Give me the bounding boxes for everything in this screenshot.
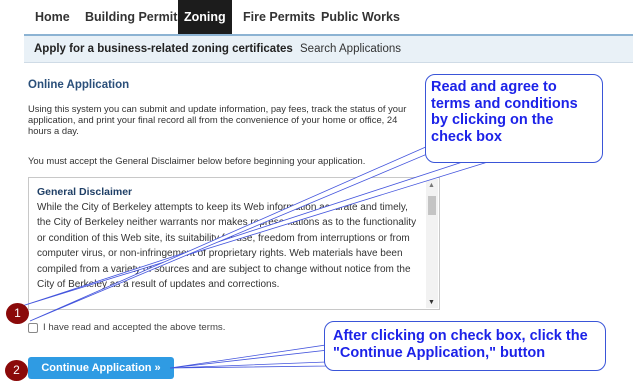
tab-public-works[interactable]: Public Works — [315, 0, 406, 34]
accept-terms-label[interactable]: I have read and accepted the above terms… — [43, 322, 225, 333]
continue-application-button[interactable]: Continue Application » — [28, 357, 174, 379]
intro-text: Using this system you can submit and upd… — [28, 103, 407, 136]
tab-fire-permits[interactable]: Fire Permits — [237, 0, 321, 34]
subnav-apply-zoning-certificates[interactable]: Apply for a business-related zoning cert… — [34, 36, 293, 63]
step-1-badge: 1 — [6, 303, 29, 324]
disclaimer-body: While the City of Berkeley attempts to k… — [37, 202, 417, 291]
callout-continue-application: After clicking on check box, click the "… — [324, 321, 606, 371]
disclaimer-box[interactable]: General Disclaimer While the City of Ber… — [28, 177, 440, 310]
step-2-badge: 2 — [5, 360, 28, 381]
scroll-up-icon[interactable]: ▲ — [428, 182, 435, 189]
subnav-search-applications[interactable]: Search Applications — [300, 36, 401, 63]
callout-agree-terms: Read and agree to terms and conditions b… — [425, 74, 603, 163]
disclaimer-instruction: You must accept the General Disclaimer b… — [28, 155, 366, 166]
accept-terms-checkbox[interactable] — [28, 323, 38, 333]
tab-building-permits[interactable]: Building Permits — [79, 0, 190, 34]
disclaimer-title: General Disclaimer — [37, 186, 133, 198]
tab-zoning[interactable]: Zoning — [178, 0, 232, 34]
scroll-down-icon[interactable]: ▼ — [428, 299, 435, 306]
top-navigation: Home Building Permits Zoning Fire Permit… — [0, 0, 633, 34]
tab-home[interactable]: Home — [29, 0, 76, 34]
scrollbar-thumb[interactable] — [428, 196, 436, 215]
disclaimer-scrollbar[interactable]: ▲ ▼ — [426, 179, 438, 308]
sub-navigation: Apply for a business-related zoning cert… — [24, 34, 633, 63]
page-title: Online Application — [28, 79, 130, 91]
